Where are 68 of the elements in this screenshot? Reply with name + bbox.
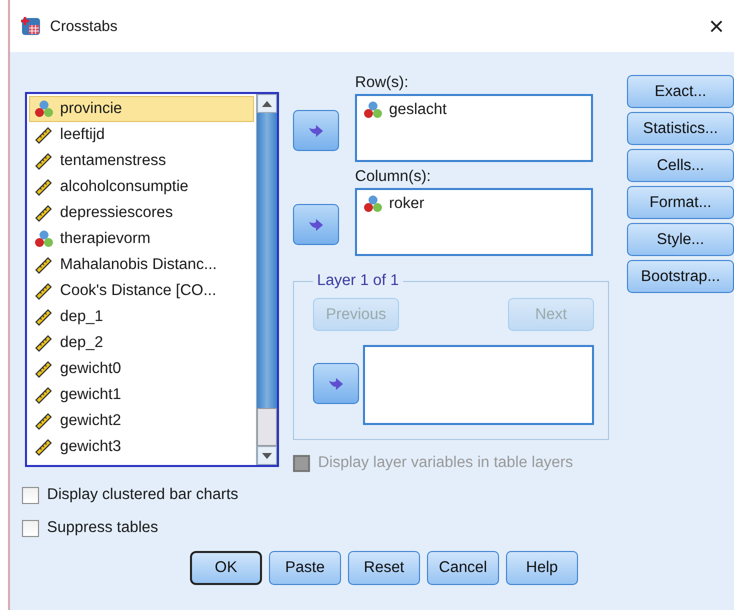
checkbox-label: Display layer variables in table layers bbox=[318, 454, 574, 472]
nominal-icon bbox=[363, 100, 383, 120]
scrollbar[interactable] bbox=[256, 94, 277, 465]
ruler-icon bbox=[34, 411, 54, 431]
arrow-icon bbox=[328, 376, 344, 390]
variable-list[interactable]: provincie leeftijd tentamenstress alcoholconsumptie depressiescores therapievorm Mahalanobis Distanc... Cook's Distance [CO... dep_1 dep_2 gewicht0 gewicht1 gewicht2 gewicht3 bbox=[25, 92, 279, 467]
dialog-button[interactable]: Cancel bbox=[427, 551, 499, 585]
variable-item[interactable]: tentamenstress bbox=[29, 148, 254, 174]
arrow-icon bbox=[308, 218, 324, 232]
ruler-icon bbox=[34, 359, 54, 379]
ruler-icon bbox=[34, 125, 54, 145]
move-button[interactable] bbox=[293, 110, 339, 151]
dialog-button[interactable]: Reset bbox=[348, 551, 420, 585]
variable-item[interactable]: leeftijd bbox=[29, 122, 254, 148]
variable-field[interactable]: geslacht bbox=[355, 94, 593, 162]
variable-item[interactable]: Cook's Distance [CO... bbox=[29, 278, 254, 304]
variable-item[interactable]: gewicht0 bbox=[29, 356, 254, 382]
ruler-icon bbox=[34, 333, 54, 353]
ruler-icon bbox=[34, 151, 54, 171]
dialog-button[interactable]: Style... bbox=[627, 223, 734, 256]
nominal-icon bbox=[363, 194, 383, 214]
nominal-icon bbox=[34, 99, 54, 119]
variable-item[interactable]: gewicht1 bbox=[29, 382, 254, 408]
ruler-icon bbox=[34, 203, 54, 223]
ruler-icon bbox=[34, 281, 54, 301]
layer-field[interactable] bbox=[363, 345, 594, 425]
dialog-button[interactable]: Statistics... bbox=[627, 112, 734, 145]
ruler-icon bbox=[34, 385, 54, 405]
variable-name: geslacht bbox=[389, 101, 447, 119]
field-label: Row(s): bbox=[355, 74, 410, 93]
dialog-button[interactable]: Help bbox=[506, 551, 578, 585]
ruler-icon bbox=[34, 437, 54, 457]
group-title: Layer 1 of 1 bbox=[316, 272, 400, 290]
scroll-thumb[interactable] bbox=[257, 408, 277, 446]
variable-item[interactable]: alcoholconsumptie bbox=[29, 174, 254, 200]
variable-item[interactable]: gewicht3 bbox=[29, 434, 254, 460]
checkbox-label: Suppress tables bbox=[47, 519, 158, 537]
scroll-down-icon bbox=[262, 452, 272, 458]
dialog-button[interactable]: Exact... bbox=[627, 75, 734, 108]
checkbox[interactable] bbox=[22, 520, 39, 536]
variable-item[interactable]: therapievorm bbox=[29, 226, 254, 252]
nominal-icon bbox=[34, 229, 54, 249]
dialog-button[interactable]: OK bbox=[190, 551, 262, 585]
close-button[interactable]: × bbox=[708, 10, 724, 42]
checkbox[interactable] bbox=[22, 486, 39, 504]
variable-item[interactable]: provincie bbox=[29, 96, 254, 122]
dialog-button[interactable]: Format... bbox=[627, 186, 734, 219]
variable-item[interactable]: depressiescores bbox=[29, 200, 254, 226]
move-button[interactable] bbox=[313, 363, 359, 404]
variable-name: roker bbox=[389, 195, 424, 213]
dialog-button[interactable]: Cells... bbox=[627, 149, 734, 182]
table-icon bbox=[20, 15, 42, 37]
move-button[interactable] bbox=[293, 204, 339, 245]
checkbox-label: Display clustered bar charts bbox=[47, 486, 238, 504]
window-title: Crosstabs bbox=[50, 18, 119, 34]
arrow-icon bbox=[308, 124, 324, 138]
dialog-button[interactable]: Paste bbox=[269, 551, 341, 585]
variable-item[interactable]: dep_1 bbox=[29, 304, 254, 330]
dialog-button[interactable]: Bootstrap... bbox=[627, 260, 734, 293]
ruler-icon bbox=[34, 177, 54, 197]
variable-item[interactable]: gewicht2 bbox=[29, 408, 254, 434]
ruler-icon bbox=[34, 307, 54, 327]
variable-item[interactable]: dep_2 bbox=[29, 330, 254, 356]
variable-field[interactable]: roker bbox=[355, 188, 593, 256]
ruler-icon bbox=[34, 255, 54, 275]
field-label: Column(s): bbox=[355, 168, 432, 187]
variable-item[interactable]: Mahalanobis Distanc... bbox=[29, 252, 254, 278]
scroll-up-icon bbox=[262, 100, 272, 106]
